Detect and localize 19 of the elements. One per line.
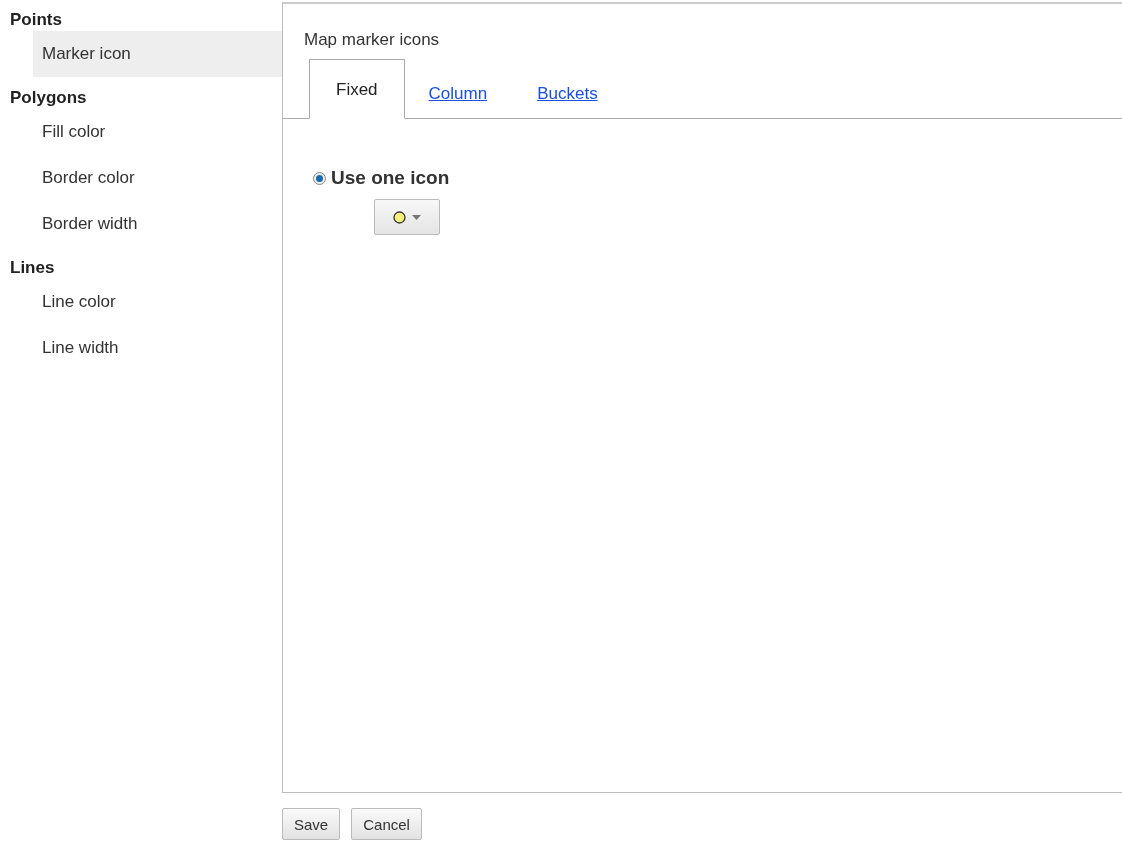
sidebar-item[interactable]: Line color (33, 279, 282, 325)
caret-icon (412, 214, 421, 220)
panel-title: Map marker icons (304, 30, 440, 51)
sidebar-item[interactable]: Marker icon (33, 31, 282, 77)
sidebar-item[interactable]: Border width (33, 201, 282, 247)
sidebar-item[interactable]: Border color (33, 155, 282, 201)
radio-button[interactable] (313, 171, 326, 185)
icon-dropdown[interactable] (374, 199, 440, 235)
tab[interactable]: Column (428, 84, 488, 104)
section-heading: Lines (9, 257, 55, 279)
tab[interactable]: Fixed (309, 59, 405, 119)
action-button[interactable]: Cancel (351, 808, 422, 840)
action-button[interactable]: Save (282, 808, 341, 840)
section-heading: Points (9, 9, 62, 31)
radio-label: Use one icon (331, 167, 450, 189)
sidebar-item[interactable]: Line width (33, 325, 282, 371)
section-heading: Polygons (9, 87, 87, 109)
tab[interactable]: Buckets (537, 84, 598, 104)
sidebar-item[interactable]: Fill color (33, 109, 282, 155)
